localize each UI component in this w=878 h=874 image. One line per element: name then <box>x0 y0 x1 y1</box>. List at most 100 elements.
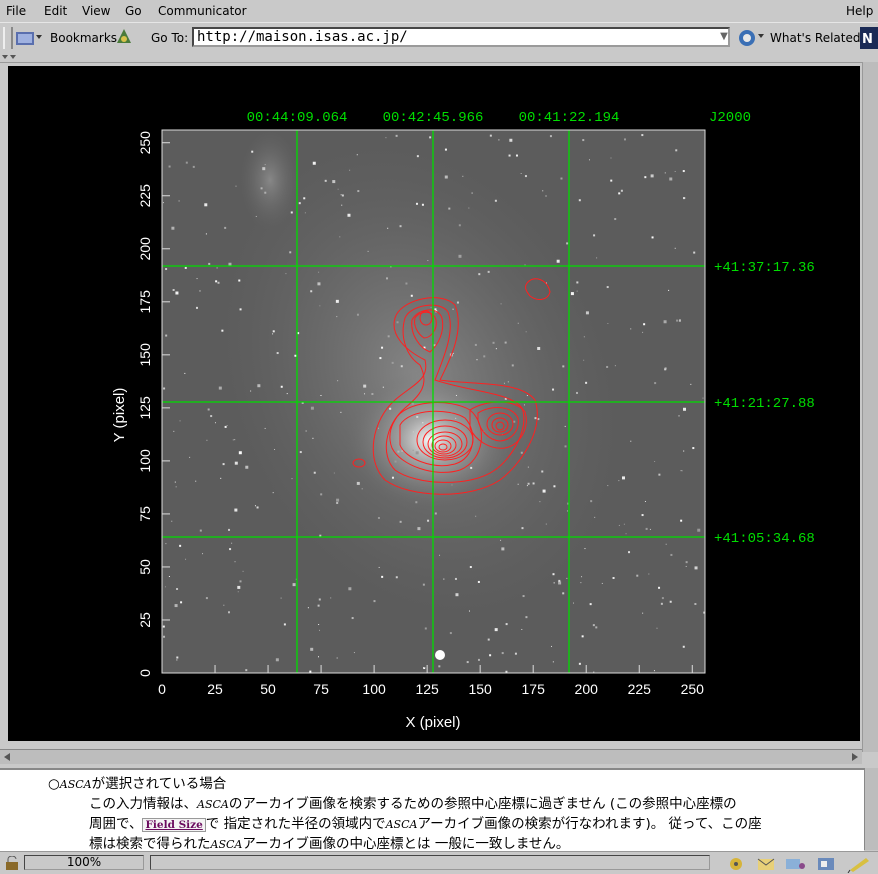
star <box>416 415 419 418</box>
star <box>532 482 535 485</box>
navigator-icon[interactable] <box>730 858 742 870</box>
x-tick-label: 250 <box>681 681 705 697</box>
star <box>256 506 259 509</box>
star <box>286 393 288 395</box>
star <box>381 575 384 578</box>
x-tick-label: 50 <box>260 681 276 697</box>
dec-label-2: +41:21:27.88 <box>714 396 815 412</box>
star <box>339 236 341 238</box>
star <box>612 576 615 579</box>
star <box>685 565 687 567</box>
menu-view[interactable]: View <box>82 4 110 18</box>
composer-icon[interactable] <box>847 858 869 873</box>
star <box>310 647 314 651</box>
star <box>682 197 685 200</box>
star <box>527 466 529 468</box>
star <box>654 460 656 462</box>
star <box>511 364 514 367</box>
star <box>503 382 505 384</box>
star <box>229 548 232 551</box>
star <box>585 381 588 384</box>
field-size-link[interactable]: Field Size <box>142 818 206 832</box>
star <box>520 451 523 454</box>
star <box>517 483 519 485</box>
star <box>168 576 170 578</box>
address-book-icon[interactable] <box>818 858 834 870</box>
star <box>189 456 191 458</box>
star <box>336 498 340 502</box>
menu-communicator[interactable]: Communicator <box>158 4 247 18</box>
star <box>645 527 648 530</box>
star <box>371 393 374 396</box>
star <box>162 625 165 628</box>
security-lock-icon[interactable] <box>4 856 20 870</box>
star <box>264 427 266 429</box>
star <box>558 581 562 585</box>
star <box>434 308 437 311</box>
right-sidebar-scrollbar[interactable] <box>862 62 878 752</box>
star <box>669 177 673 181</box>
star <box>643 323 646 326</box>
menu-help[interactable]: Help <box>846 4 873 18</box>
star <box>165 268 168 271</box>
y-tick-label: 200 <box>137 237 153 261</box>
whats-related-button[interactable]: What's Related <box>770 31 860 45</box>
star <box>389 407 392 410</box>
scroll-left-icon[interactable] <box>4 753 10 761</box>
star <box>195 306 198 309</box>
toolbar-grip[interactable] <box>3 27 13 49</box>
star <box>373 600 376 603</box>
star <box>523 404 525 406</box>
star <box>330 597 332 599</box>
star <box>312 161 316 165</box>
star <box>289 251 292 254</box>
star <box>624 138 627 141</box>
star <box>541 470 544 473</box>
description-line-3: 標は検索で得られたASCAアーカイブ画像の中心座標とは 一般に一致しません。 <box>89 835 569 852</box>
bookmarks-icon[interactable] <box>14 28 44 48</box>
star <box>185 161 188 164</box>
url-input[interactable]: http://maison.isas.ac.jp/ <box>192 27 730 47</box>
scroll-right-icon[interactable] <box>852 753 858 761</box>
vertical-scrollbar[interactable] <box>864 768 878 850</box>
star <box>378 566 380 568</box>
star <box>221 329 224 332</box>
bookmarks-button[interactable]: Bookmarks <box>50 31 117 45</box>
star <box>694 566 698 570</box>
star <box>399 520 402 523</box>
asca-term: ASCA <box>197 798 229 811</box>
star <box>242 570 244 572</box>
star <box>501 547 505 551</box>
star <box>456 301 459 304</box>
star <box>525 331 527 333</box>
menu-file[interactable]: File <box>6 4 26 18</box>
star <box>205 233 207 235</box>
star <box>304 212 306 214</box>
star <box>474 343 477 346</box>
star <box>363 384 367 388</box>
star <box>582 139 585 142</box>
mail-icon[interactable] <box>757 858 775 870</box>
menu-go[interactable]: Go <box>125 4 142 18</box>
whats-related-icon[interactable] <box>738 28 766 48</box>
star <box>245 669 248 672</box>
star <box>620 189 623 192</box>
star <box>275 658 279 662</box>
star <box>290 211 293 214</box>
horizontal-scrollbar[interactable] <box>0 749 862 764</box>
star <box>424 667 426 669</box>
x-tick-label: 0 <box>158 681 166 697</box>
bright-star <box>435 650 445 660</box>
location-icon[interactable] <box>114 27 134 47</box>
star <box>680 470 682 472</box>
discussions-icon[interactable] <box>786 859 805 869</box>
star <box>551 645 553 647</box>
star <box>556 259 560 263</box>
star <box>220 477 222 479</box>
star <box>396 321 399 324</box>
star <box>319 305 321 307</box>
url-dropdown-icon[interactable]: ▼ <box>716 27 732 47</box>
star <box>452 308 454 310</box>
menu-edit[interactable]: Edit <box>44 4 67 18</box>
star <box>280 385 283 388</box>
